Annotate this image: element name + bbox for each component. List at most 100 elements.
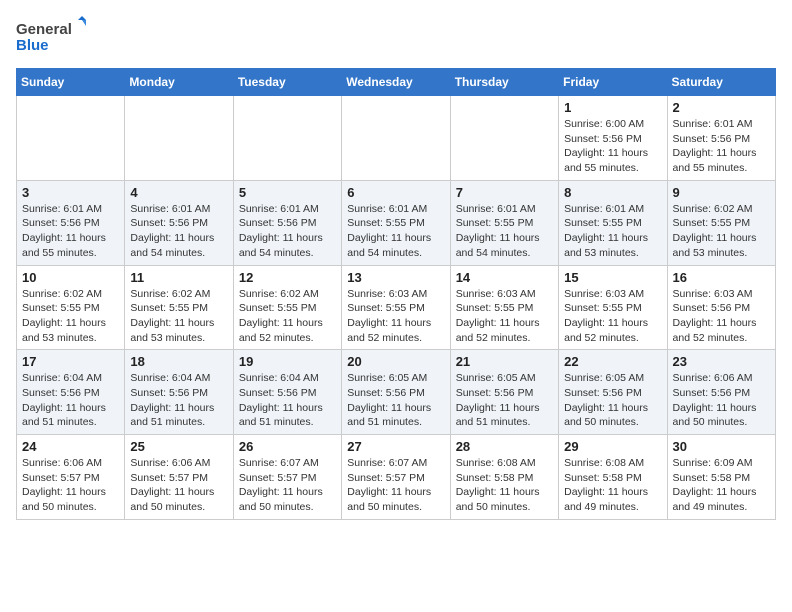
day-number: 29	[564, 439, 661, 454]
weekday-header: Thursday	[450, 69, 558, 96]
day-number: 16	[673, 270, 770, 285]
day-number: 10	[22, 270, 119, 285]
day-info: Sunrise: 6:05 AM Sunset: 5:56 PM Dayligh…	[347, 371, 444, 430]
day-number: 30	[673, 439, 770, 454]
day-cell: 28 Sunrise: 6:08 AM Sunset: 5:58 PM Dayli…	[450, 435, 558, 520]
day-number: 9	[673, 185, 770, 200]
day-info: Sunrise: 6:01 AM Sunset: 5:56 PM Dayligh…	[239, 202, 336, 261]
day-number: 13	[347, 270, 444, 285]
day-info: Sunrise: 6:08 AM Sunset: 5:58 PM Dayligh…	[456, 456, 553, 515]
day-cell: 17 Sunrise: 6:04 AM Sunset: 5:56 PM Dayli…	[17, 350, 125, 435]
day-cell: 11 Sunrise: 6:02 AM Sunset: 5:55 PM Dayli…	[125, 265, 233, 350]
day-cell: 5 Sunrise: 6:01 AM Sunset: 5:56 PM Daylig…	[233, 180, 341, 265]
logo: General Blue	[16, 16, 86, 56]
day-number: 27	[347, 439, 444, 454]
day-number: 25	[130, 439, 227, 454]
day-info: Sunrise: 6:08 AM Sunset: 5:58 PM Dayligh…	[564, 456, 661, 515]
weekday-header: Friday	[559, 69, 667, 96]
weekday-header: Saturday	[667, 69, 775, 96]
day-cell: 3 Sunrise: 6:01 AM Sunset: 5:56 PM Daylig…	[17, 180, 125, 265]
day-info: Sunrise: 6:01 AM Sunset: 5:55 PM Dayligh…	[456, 202, 553, 261]
day-number: 23	[673, 354, 770, 369]
day-cell: 15 Sunrise: 6:03 AM Sunset: 5:55 PM Dayli…	[559, 265, 667, 350]
day-info: Sunrise: 6:02 AM Sunset: 5:55 PM Dayligh…	[239, 287, 336, 346]
day-number: 21	[456, 354, 553, 369]
day-info: Sunrise: 6:02 AM Sunset: 5:55 PM Dayligh…	[22, 287, 119, 346]
day-info: Sunrise: 6:01 AM Sunset: 5:56 PM Dayligh…	[130, 202, 227, 261]
day-number: 17	[22, 354, 119, 369]
day-cell: 1 Sunrise: 6:00 AM Sunset: 5:56 PM Daylig…	[559, 96, 667, 181]
day-cell: 30 Sunrise: 6:09 AM Sunset: 5:58 PM Dayli…	[667, 435, 775, 520]
empty-cell	[125, 96, 233, 181]
day-info: Sunrise: 6:01 AM Sunset: 5:56 PM Dayligh…	[22, 202, 119, 261]
day-cell: 27 Sunrise: 6:07 AM Sunset: 5:57 PM Dayli…	[342, 435, 450, 520]
day-number: 12	[239, 270, 336, 285]
day-cell: 18Sunrise: 6:04 AM Sunset: 5:56 PM Dayli…	[125, 350, 233, 435]
day-info: Sunrise: 6:01 AM Sunset: 5:55 PM Dayligh…	[347, 202, 444, 261]
day-cell: 16 Sunrise: 6:03 AM Sunset: 5:56 PM Dayli…	[667, 265, 775, 350]
day-number: 7	[456, 185, 553, 200]
day-cell: 8 Sunrise: 6:01 AM Sunset: 5:55 PM Daylig…	[559, 180, 667, 265]
day-cell: 13 Sunrise: 6:03 AM Sunset: 5:55 PM Dayli…	[342, 265, 450, 350]
day-cell: 23Sunrise: 6:06 AM Sunset: 5:56 PM Dayli…	[667, 350, 775, 435]
empty-cell	[233, 96, 341, 181]
day-number: 26	[239, 439, 336, 454]
weekday-header: Tuesday	[233, 69, 341, 96]
day-cell: 22 Sunrise: 6:05 AM Sunset: 5:56 PM Dayli…	[559, 350, 667, 435]
empty-cell	[450, 96, 558, 181]
weekday-header: Monday	[125, 69, 233, 96]
day-cell: 12 Sunrise: 6:02 AM Sunset: 5:55 PM Dayli…	[233, 265, 341, 350]
page-header: General Blue	[16, 16, 776, 56]
day-cell: 7 Sunrise: 6:01 AM Sunset: 5:55 PM Daylig…	[450, 180, 558, 265]
day-info: Sunrise: 6:02 AM Sunset: 5:55 PM Dayligh…	[130, 287, 227, 346]
day-cell: 2Sunrise: 6:01 AM Sunset: 5:56 PM Daylig…	[667, 96, 775, 181]
day-cell: 4 Sunrise: 6:01 AM Sunset: 5:56 PM Daylig…	[125, 180, 233, 265]
empty-cell	[342, 96, 450, 181]
day-info: Sunrise: 6:03 AM Sunset: 5:55 PM Dayligh…	[347, 287, 444, 346]
day-info: Sunrise: 6:01 AM Sunset: 5:55 PM Dayligh…	[564, 202, 661, 261]
empty-cell	[17, 96, 125, 181]
day-info: Sunrise: 6:03 AM Sunset: 5:55 PM Dayligh…	[564, 287, 661, 346]
day-cell: 25 Sunrise: 6:06 AM Sunset: 5:57 PM Dayli…	[125, 435, 233, 520]
day-number: 11	[130, 270, 227, 285]
day-number: 28	[456, 439, 553, 454]
weekday-header: Wednesday	[342, 69, 450, 96]
day-info: Sunrise: 6:07 AM Sunset: 5:57 PM Dayligh…	[239, 456, 336, 515]
day-number: 1	[564, 100, 661, 115]
day-number: 22	[564, 354, 661, 369]
day-number: 19	[239, 354, 336, 369]
day-number: 6	[347, 185, 444, 200]
day-info: Sunrise: 6:03 AM Sunset: 5:56 PM Dayligh…	[673, 287, 770, 346]
day-info: Sunrise: 6:02 AM Sunset: 5:55 PM Dayligh…	[673, 202, 770, 261]
day-cell: 9 Sunrise: 6:02 AM Sunset: 5:55 PM Daylig…	[667, 180, 775, 265]
day-cell: 19 Sunrise: 6:04 AM Sunset: 5:56 PM Dayli…	[233, 350, 341, 435]
day-info: Sunrise: 6:04 AM Sunset: 5:56 PM Dayligh…	[239, 371, 336, 430]
day-cell: 10 Sunrise: 6:02 AM Sunset: 5:55 PM Dayli…	[17, 265, 125, 350]
weekday-header: Sunday	[17, 69, 125, 96]
day-cell: 14Sunrise: 6:03 AM Sunset: 5:55 PM Dayli…	[450, 265, 558, 350]
day-cell: 24 Sunrise: 6:06 AM Sunset: 5:57 PM Dayli…	[17, 435, 125, 520]
day-cell: 20Sunrise: 6:05 AM Sunset: 5:56 PM Dayli…	[342, 350, 450, 435]
day-number: 18	[130, 354, 227, 369]
day-number: 4	[130, 185, 227, 200]
day-number: 2	[673, 100, 770, 115]
svg-text:General: General	[16, 21, 72, 38]
day-info: Sunrise: 6:00 AM Sunset: 5:56 PM Dayligh…	[564, 117, 661, 176]
day-info: Sunrise: 6:06 AM Sunset: 5:57 PM Dayligh…	[22, 456, 119, 515]
day-number: 8	[564, 185, 661, 200]
day-info: Sunrise: 6:06 AM Sunset: 5:57 PM Dayligh…	[130, 456, 227, 515]
day-number: 3	[22, 185, 119, 200]
calendar-header: SundayMondayTuesdayWednesdayThursdayFrid…	[17, 69, 776, 96]
day-number: 24	[22, 439, 119, 454]
day-number: 15	[564, 270, 661, 285]
day-info: Sunrise: 6:05 AM Sunset: 5:56 PM Dayligh…	[564, 371, 661, 430]
day-cell: 26 Sunrise: 6:07 AM Sunset: 5:57 PM Dayli…	[233, 435, 341, 520]
day-number: 5	[239, 185, 336, 200]
day-info: Sunrise: 6:04 AM Sunset: 5:56 PM Dayligh…	[22, 371, 119, 430]
logo-svg: General Blue	[16, 16, 86, 56]
day-cell: 29 Sunrise: 6:08 AM Sunset: 5:58 PM Dayli…	[559, 435, 667, 520]
day-info: Sunrise: 6:05 AM Sunset: 5:56 PM Dayligh…	[456, 371, 553, 430]
day-number: 14	[456, 270, 553, 285]
day-info: Sunrise: 6:09 AM Sunset: 5:58 PM Dayligh…	[673, 456, 770, 515]
day-info: Sunrise: 6:07 AM Sunset: 5:57 PM Dayligh…	[347, 456, 444, 515]
